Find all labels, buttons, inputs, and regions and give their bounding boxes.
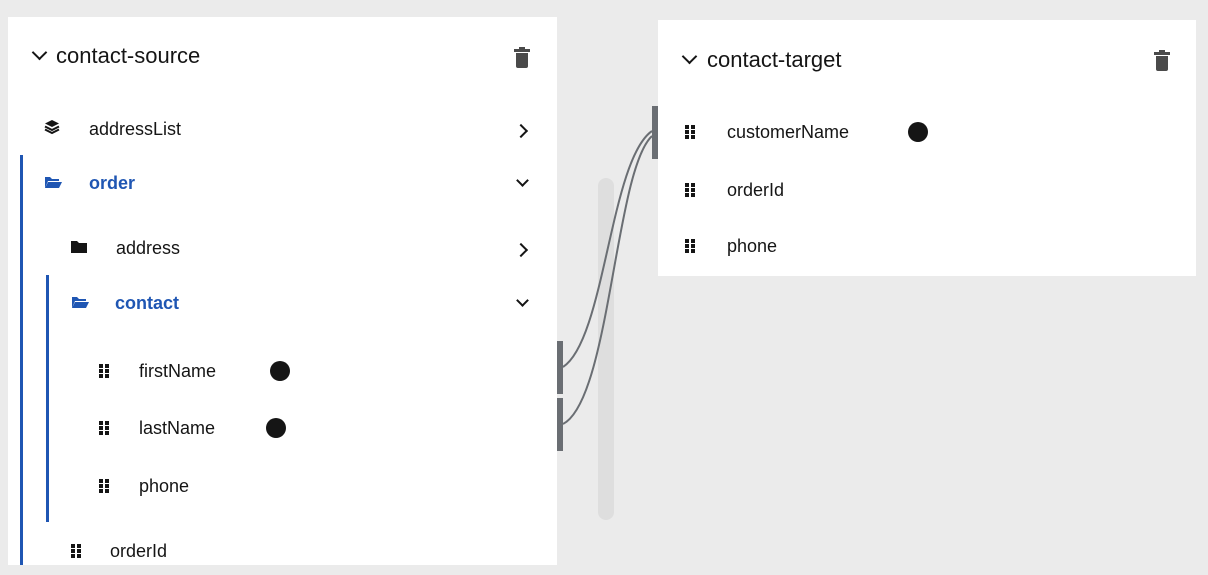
drag-handle-icon[interactable] <box>685 125 695 139</box>
target-panel-title: contact-target <box>707 47 842 72</box>
collapse-caret-icon[interactable] <box>681 48 698 65</box>
mapped-indicator-icon <box>908 122 928 142</box>
tree-item-contact[interactable]: contact <box>8 279 557 327</box>
source-connection-handle[interactable] <box>557 398 563 451</box>
field-phone[interactable]: phone <box>658 222 1196 270</box>
target-panel-header[interactable]: contact-target <box>658 20 1196 100</box>
field-orderId[interactable]: orderId <box>658 166 1196 214</box>
drag-handle-icon[interactable] <box>99 364 109 378</box>
drag-handle-icon[interactable] <box>685 183 695 197</box>
folder-icon <box>71 241 87 253</box>
tree-item-label: address <box>116 238 181 258</box>
field-label: phone <box>727 236 778 256</box>
target-panel: contact-target customerName orderId phon… <box>658 20 1196 276</box>
field-orderId[interactable]: orderId <box>8 527 557 575</box>
delete-source-icon[interactable] <box>514 47 530 69</box>
expand-caret-icon[interactable] <box>513 242 529 258</box>
field-firstName[interactable]: firstName <box>8 347 557 395</box>
tree-item-addressList[interactable]: addressList <box>8 105 557 153</box>
source-connection-handle[interactable] <box>557 341 563 394</box>
source-panel-header[interactable]: contact-source <box>8 17 557 97</box>
collapse-caret-icon[interactable] <box>516 294 529 307</box>
field-phone[interactable]: phone <box>8 462 557 510</box>
drag-handle-icon[interactable] <box>71 544 81 558</box>
drag-handle-icon[interactable] <box>99 479 109 493</box>
layers-icon <box>44 120 60 135</box>
expand-caret-icon[interactable] <box>513 123 529 139</box>
mapped-indicator-icon <box>266 418 286 438</box>
scrollbar-track[interactable] <box>598 178 614 520</box>
field-label: customerName <box>727 122 850 142</box>
field-customerName[interactable]: customerName <box>658 108 1196 156</box>
source-panel-title: contact-source <box>56 43 201 68</box>
folder-open-icon <box>45 177 62 188</box>
collapse-caret-icon[interactable] <box>31 44 48 61</box>
field-lastName[interactable]: lastName <box>8 404 557 452</box>
field-label: orderId <box>110 541 168 561</box>
drag-handle-icon[interactable] <box>685 239 695 253</box>
tree-item-order[interactable]: order <box>8 159 557 207</box>
folder-open-icon <box>72 297 89 308</box>
field-label: orderId <box>727 180 785 200</box>
field-label: lastName <box>139 418 216 438</box>
tree-item-address[interactable]: address <box>8 224 557 272</box>
tree-item-label: order <box>89 173 136 193</box>
field-label: phone <box>139 476 190 496</box>
field-label: firstName <box>139 361 217 381</box>
delete-target-icon[interactable] <box>1154 50 1170 72</box>
tree-item-label: addressList <box>89 119 182 139</box>
mapped-indicator-icon <box>270 361 290 381</box>
collapse-caret-icon[interactable] <box>516 174 529 187</box>
tree-item-label: contact <box>115 293 180 313</box>
drag-handle-icon[interactable] <box>99 421 109 435</box>
source-panel: contact-source addressList order address <box>8 17 557 565</box>
